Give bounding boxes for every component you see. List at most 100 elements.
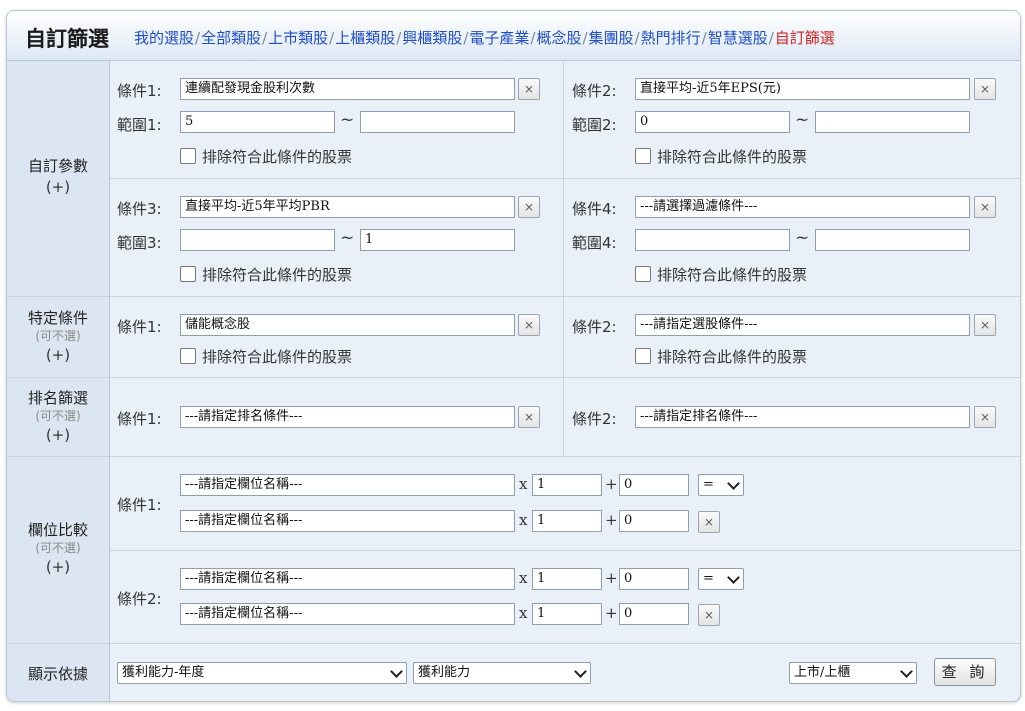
- cond4-label: 條件4:: [572, 200, 617, 218]
- ranking-cond2-clear-button[interactable]: ×: [974, 406, 996, 428]
- cond2-exclude-checkbox[interactable]: 排除符合此條件的股票: [635, 146, 807, 167]
- compare2-mult-a[interactable]: 1: [532, 568, 602, 590]
- checkbox-icon[interactable]: [180, 266, 196, 282]
- multiply-sign: x: [519, 569, 528, 587]
- cond2-field[interactable]: 直接平均-近5年EPS(元): [635, 78, 970, 100]
- compare2-field-a[interactable]: ---請指定欄位名稱---: [180, 568, 515, 590]
- field-compare-label: 欄位比較 (可不選) (+): [7, 457, 110, 644]
- nav-custom-filter[interactable]: 自訂篩選: [775, 29, 835, 47]
- display-category-select[interactable]: 獲利能力-年度: [117, 662, 407, 684]
- ranking-cond2-field[interactable]: ---請指定排名條件---: [635, 406, 970, 428]
- range4-label: 範圍4:: [572, 234, 617, 252]
- range1-min-input[interactable]: 5: [180, 111, 335, 133]
- specific-cond1-exclude-checkbox[interactable]: 排除符合此條件的股票: [180, 346, 352, 367]
- display-subcategory-select[interactable]: 獲利能力: [413, 662, 591, 684]
- cond3-clear-button[interactable]: ×: [518, 196, 540, 218]
- ranking-filter-label: 排名篩選 (可不選) (+): [7, 378, 110, 457]
- custom-params-add-button[interactable]: (+): [7, 176, 109, 198]
- nav-group-stocks[interactable]: 集團股: [589, 29, 634, 47]
- range2-label: 範圍2:: [572, 116, 617, 134]
- range4-tilde: ~: [795, 228, 810, 248]
- compare1-add-a[interactable]: 0: [619, 474, 689, 496]
- range3-max-input[interactable]: 1: [360, 229, 515, 251]
- nav-emerging-sectors[interactable]: 興櫃類股: [402, 29, 462, 47]
- cond1-exclude-checkbox[interactable]: 排除符合此條件的股票: [180, 146, 352, 167]
- operator-value: =: [703, 477, 714, 492]
- chevron-down-icon: [900, 665, 913, 678]
- range2-min-input[interactable]: 0: [635, 111, 790, 133]
- nav-smart-screener[interactable]: 智慧選股: [708, 29, 768, 47]
- custom-params-title: 自訂參數: [27, 157, 88, 175]
- cond3-field[interactable]: 直接平均-近5年平均PBR: [180, 196, 515, 218]
- cond4-exclude-checkbox[interactable]: 排除符合此條件的股票: [635, 264, 807, 285]
- compare1-clear-button[interactable]: ×: [698, 511, 720, 533]
- compare1-add-b[interactable]: 0: [619, 510, 689, 532]
- range3-min-input[interactable]: [180, 229, 335, 251]
- range4-min-input[interactable]: [635, 229, 790, 251]
- compare1-field-b[interactable]: ---請指定欄位名稱---: [180, 510, 515, 532]
- compare1-operator-select[interactable]: =: [698, 474, 744, 496]
- checkbox-icon[interactable]: [635, 148, 651, 164]
- chevron-down-icon: [390, 665, 403, 678]
- nav-otc-sectors[interactable]: 上櫃類股: [335, 29, 395, 47]
- nav-electronics[interactable]: 電子產業: [469, 29, 529, 47]
- checkbox-icon[interactable]: [180, 148, 196, 164]
- exclude-label: 排除符合此條件的股票: [202, 266, 353, 284]
- cond4-clear-button[interactable]: ×: [974, 196, 996, 218]
- compare2-clear-button[interactable]: ×: [698, 604, 720, 626]
- specific-cond1-clear-button[interactable]: ×: [518, 314, 540, 336]
- plus-sign: +: [605, 511, 618, 529]
- display-basis-label: 顯示依據: [7, 644, 110, 701]
- specific-conditions-label: 特定條件 (可不選) (+): [7, 297, 110, 378]
- multiply-sign: x: [519, 511, 528, 529]
- compare1-mult-b[interactable]: 1: [532, 510, 602, 532]
- checkbox-icon[interactable]: [635, 348, 651, 364]
- cond3-exclude-checkbox[interactable]: 排除符合此條件的股票: [180, 264, 352, 285]
- ranking-cond1-field[interactable]: ---請指定排名條件---: [180, 406, 515, 428]
- ranking-add-button[interactable]: (+): [7, 424, 109, 446]
- compare1-field-a[interactable]: ---請指定欄位名稱---: [180, 474, 515, 496]
- compare-add-button[interactable]: (+): [7, 556, 109, 578]
- compare-cond1-label: 條件1:: [117, 496, 162, 514]
- nav-listed-sectors[interactable]: 上市類股: [268, 29, 328, 47]
- exclude-label: 排除符合此條件的股票: [657, 266, 808, 284]
- compare1-mult-a[interactable]: 1: [532, 474, 602, 496]
- compare-cond2-label: 條件2:: [117, 590, 162, 608]
- checkbox-icon[interactable]: [635, 266, 651, 282]
- cond4-field[interactable]: ---請選擇過濾條件---: [635, 196, 970, 218]
- nav-hot-ranking[interactable]: 熱門排行: [641, 29, 701, 47]
- cond1-field[interactable]: 連續配發現金股利次數: [180, 78, 515, 100]
- specific-add-button[interactable]: (+): [7, 344, 109, 366]
- cond2-clear-button[interactable]: ×: [974, 78, 996, 100]
- nav-all-sectors[interactable]: 全部類股: [201, 29, 261, 47]
- range4-max-input[interactable]: [815, 229, 970, 251]
- display-category-value: 獲利能力-年度: [122, 665, 205, 680]
- compare2-add-b[interactable]: 0: [619, 603, 689, 625]
- compare2-operator-select[interactable]: =: [698, 568, 744, 590]
- range2-tilde: ~: [795, 110, 810, 130]
- chevron-down-icon: [727, 571, 740, 584]
- market-select[interactable]: 上市/上櫃: [789, 662, 917, 684]
- query-button[interactable]: 查 詢: [934, 658, 996, 686]
- compare2-mult-b[interactable]: 1: [532, 603, 602, 625]
- specific-cond2-field[interactable]: ---請指定選股條件---: [635, 314, 970, 336]
- compare2-field-b[interactable]: ---請指定欄位名稱---: [180, 603, 515, 625]
- nav-concept-stocks[interactable]: 概念股: [536, 29, 581, 47]
- header-bar: 自訂篩選 我的選股/全部類股/上市類股/上櫃類股/興櫃類股/電子產業/概念股/集…: [7, 11, 1020, 61]
- nav-my-stocks[interactable]: 我的選股: [134, 29, 194, 47]
- exclude-label: 排除符合此條件的股票: [657, 348, 808, 366]
- range2-max-input[interactable]: [815, 111, 970, 133]
- range1-max-input[interactable]: [360, 111, 515, 133]
- column-divider: [563, 378, 564, 456]
- cond1-clear-button[interactable]: ×: [518, 78, 540, 100]
- chevron-down-icon: [727, 477, 740, 490]
- checkbox-icon[interactable]: [180, 348, 196, 364]
- ranking-cond1-clear-button[interactable]: ×: [518, 406, 540, 428]
- display-title: 顯示依據: [27, 665, 88, 683]
- specific-cond2-clear-button[interactable]: ×: [974, 314, 996, 336]
- exclude-label: 排除符合此條件的股票: [202, 348, 353, 366]
- specific-cond2-exclude-checkbox[interactable]: 排除符合此條件的股票: [635, 346, 807, 367]
- specific-cond1-field[interactable]: 儲能概念股: [180, 314, 515, 336]
- compare2-add-a[interactable]: 0: [619, 568, 689, 590]
- column-divider: [563, 61, 564, 296]
